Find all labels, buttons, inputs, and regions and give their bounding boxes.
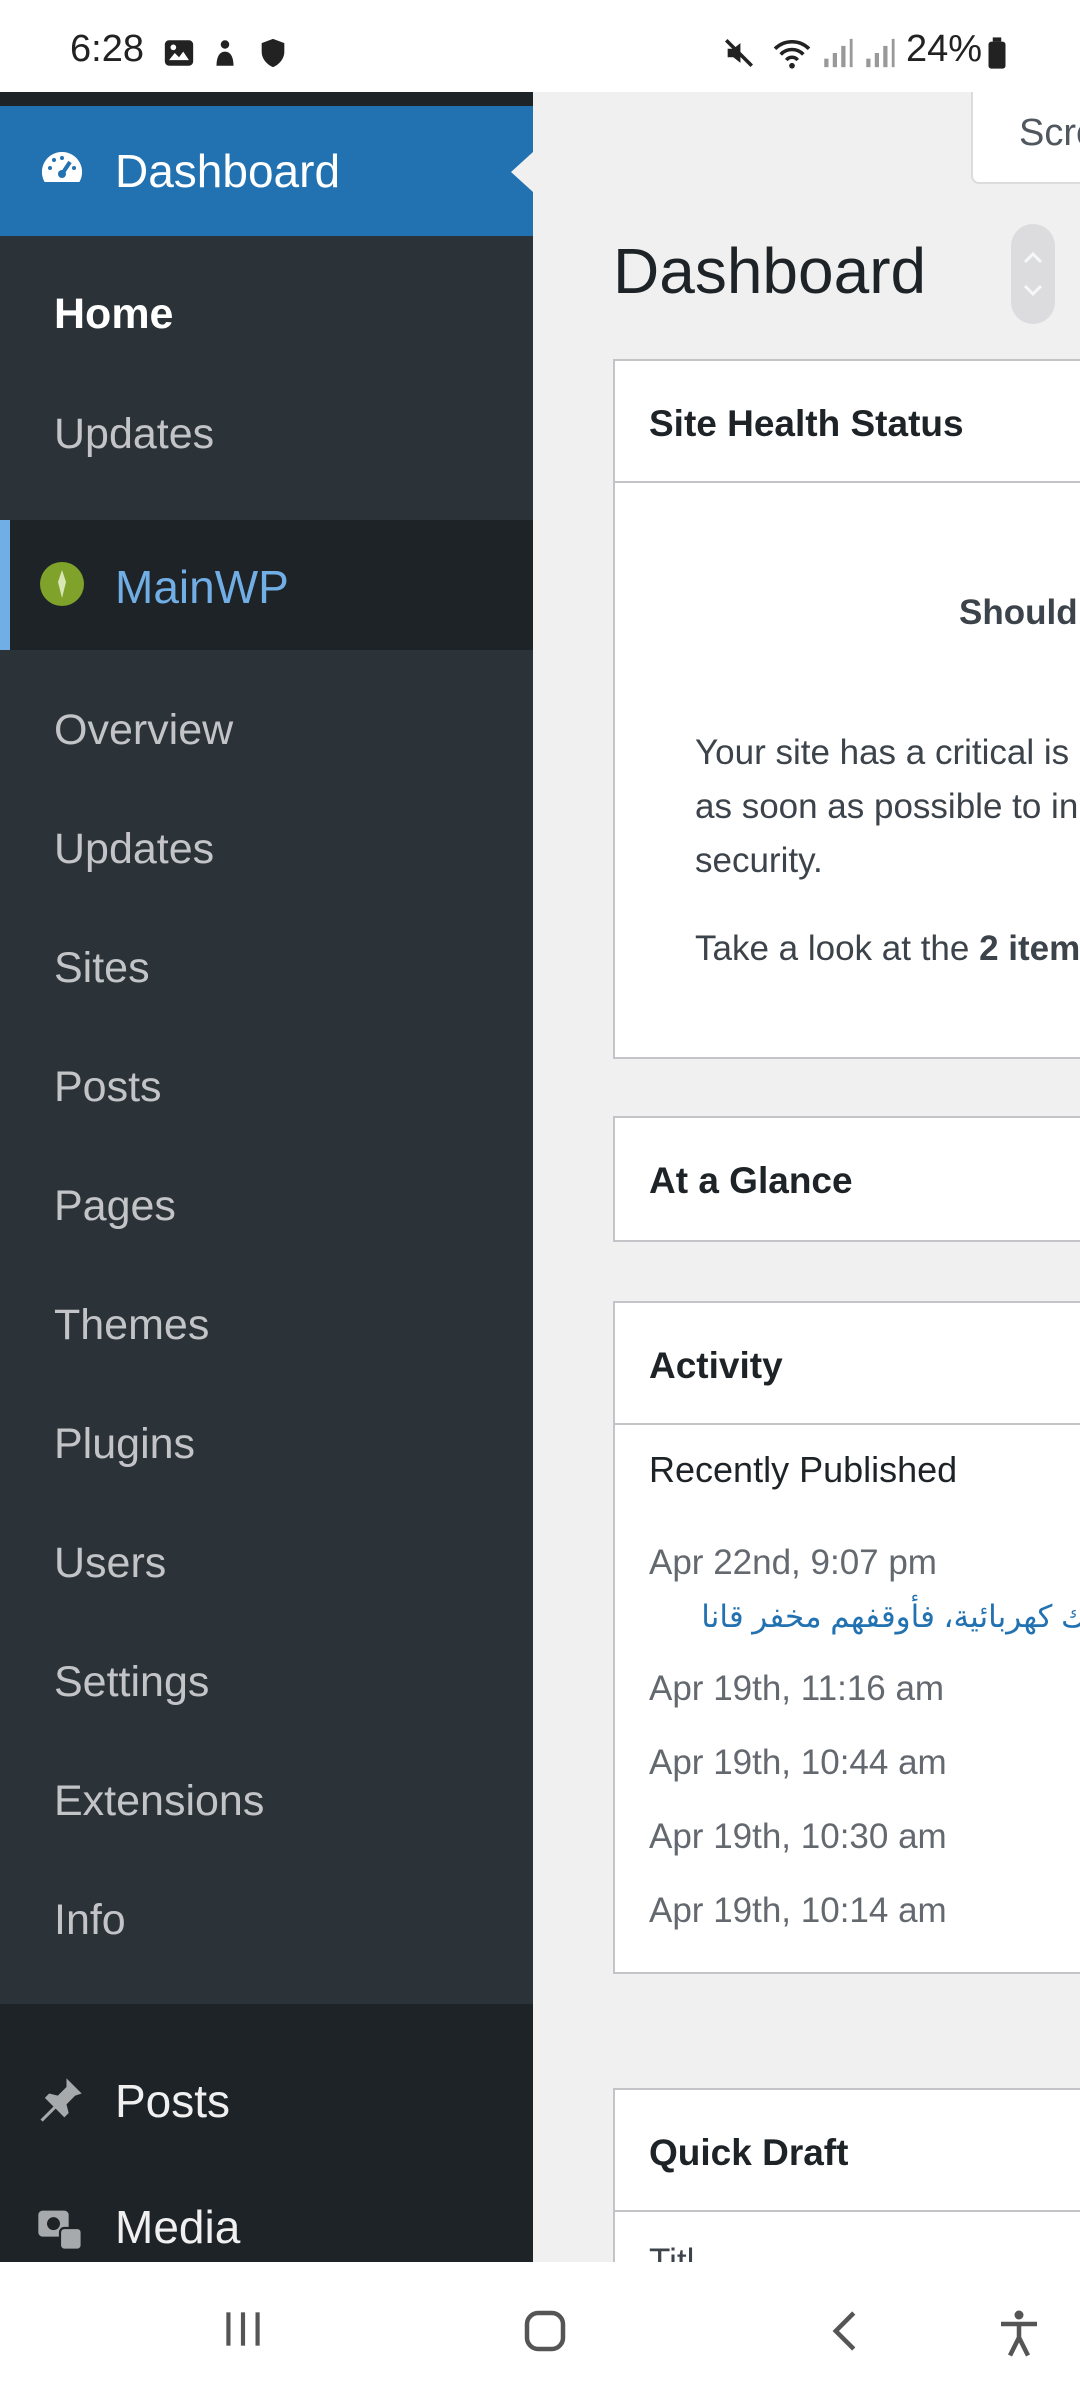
- mainwp-logo-icon: [40, 562, 84, 606]
- widget-title[interactable]: Quick Draft: [615, 2090, 1080, 2212]
- health-take-look: Take a look at the 2 item: [695, 929, 1080, 968]
- widget-title[interactable]: At a Glance: [615, 1118, 1080, 1240]
- system-nav-bar: [0, 2262, 1080, 2400]
- signal-icon: [866, 38, 895, 68]
- mute-icon: [724, 38, 754, 68]
- status-bar: 6:28 24%: [0, 0, 1080, 92]
- health-text-line: security.: [695, 841, 823, 880]
- signal-icon: [824, 38, 853, 68]
- battery-percent: 24%: [906, 28, 983, 70]
- page-title: Dashboard: [613, 235, 927, 307]
- menu-label-mainwp: MainWP: [115, 561, 289, 613]
- shield-icon: [261, 38, 285, 68]
- submenu-home[interactable]: Home: [54, 290, 173, 339]
- menu-label-posts: Posts: [115, 2075, 231, 2127]
- health-items-link[interactable]: 2 item: [979, 929, 1080, 968]
- recent-apps-icon[interactable]: [218, 2304, 268, 2354]
- submenu-extensions[interactable]: Extensions: [54, 1777, 264, 1826]
- submenu-mainwp-updates[interactable]: Updates: [54, 825, 214, 874]
- activity-post-link[interactable]: سلاك كهربائية، فأوقفهم مخفر قانا: [701, 1599, 1080, 1635]
- person-icon: [216, 40, 234, 66]
- submenu-themes[interactable]: Themes: [54, 1301, 209, 1350]
- menu-label-media: Media: [115, 2201, 241, 2253]
- quick-draft-widget: Quick Draft Titl: [613, 2088, 1080, 2262]
- status-time: 6:28: [70, 28, 144, 70]
- widget-title[interactable]: Site Health Status: [615, 361, 1080, 483]
- menu-item-media[interactable]: Media: [0, 2194, 533, 2262]
- health-status-label: Should: [959, 593, 1078, 632]
- battery-icon: [988, 37, 1006, 69]
- menu-item-posts[interactable]: Posts: [0, 2064, 533, 2164]
- home-icon[interactable]: [518, 2304, 572, 2358]
- site-health-widget: Site Health Status Should Your site has …: [613, 359, 1080, 1059]
- at-a-glance-widget: At a Glance: [613, 1116, 1080, 1242]
- chevron-up-down-icon: [1023, 251, 1043, 297]
- back-icon[interactable]: [820, 2304, 874, 2358]
- media-icon: [38, 2210, 83, 2251]
- activity-widget: Activity Recently Published Apr 22nd, 9:…: [613, 1301, 1080, 1974]
- submenu-info[interactable]: Info: [54, 1896, 126, 1945]
- submenu-mainwp-posts[interactable]: Posts: [54, 1063, 162, 1112]
- accessibility-icon[interactable]: [992, 2306, 1046, 2360]
- activity-date: Apr 19th, 10:44 am: [649, 1743, 947, 1782]
- admin-sidebar: Dashboard Home Updates MainWP Overview U…: [0, 92, 533, 2262]
- widget-order-handle[interactable]: [1011, 224, 1055, 324]
- widget-title[interactable]: Activity: [615, 1303, 1080, 1425]
- health-text-line: Your site has a critical is: [695, 733, 1070, 772]
- health-text-line: as soon as possible to in: [695, 787, 1079, 826]
- menu-item-dashboard[interactable]: Dashboard: [0, 106, 533, 236]
- submenu-settings[interactable]: Settings: [54, 1658, 209, 1707]
- dashboard-gauge-icon: [41, 151, 83, 182]
- activity-date: Apr 22nd, 9:07 pm: [649, 1543, 937, 1582]
- pushpin-icon: [40, 2078, 82, 2122]
- submenu-users[interactable]: Users: [54, 1539, 166, 1588]
- image-icon: [164, 40, 194, 66]
- menu-item-mainwp[interactable]: MainWP: [0, 520, 533, 650]
- quick-draft-title-label: Titl: [649, 2242, 695, 2262]
- submenu-updates[interactable]: Updates: [54, 410, 214, 459]
- submenu-overview[interactable]: Overview: [54, 706, 233, 755]
- submenu-sites[interactable]: Sites: [54, 944, 150, 993]
- submenu-pages[interactable]: Pages: [54, 1182, 176, 1231]
- screen-options-button[interactable]: Scre: [971, 92, 1080, 184]
- activity-date: Apr 19th, 11:16 am: [649, 1669, 945, 1708]
- recently-published-heading: Recently Published: [649, 1449, 958, 1490]
- activity-date: Apr 19th, 10:30 am: [649, 1817, 947, 1856]
- wifi-icon: [773, 39, 811, 69]
- menu-label-dashboard: Dashboard: [115, 145, 341, 197]
- main-content: Scre Dashboard Site Health Status Should…: [533, 92, 1080, 2262]
- submenu-plugins[interactable]: Plugins: [54, 1420, 195, 1469]
- activity-date: Apr 19th, 10:14 am: [649, 1891, 947, 1930]
